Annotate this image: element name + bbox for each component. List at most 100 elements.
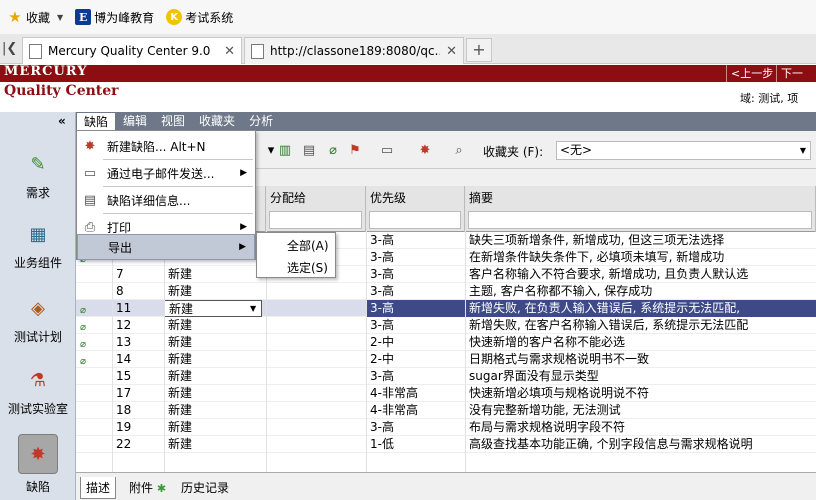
submenu-arrow-icon: ▶ xyxy=(240,168,247,178)
column-header-assign: 分配给 xyxy=(270,191,307,205)
cell-status: 新建 xyxy=(168,284,193,298)
menu-edit[interactable]: 编辑 xyxy=(116,112,154,131)
table-row[interactable]: ⌀ 13 新建 2-中 快速新增的客户名称不能必选 xyxy=(76,334,816,351)
menu-favorites[interactable]: 收藏夹 xyxy=(192,112,242,131)
sidebar-item-requirements[interactable]: ✎ 需求 xyxy=(0,148,76,201)
tab-attachments[interactable]: 附件 ✱ xyxy=(124,477,171,499)
favorite-link-label: 博为峰教育 xyxy=(94,10,155,25)
cell-status: 新建 xyxy=(168,335,193,349)
cell-priority: 3-高 xyxy=(366,300,465,317)
page-icon xyxy=(251,43,264,59)
favorite-link-exam[interactable]: K 考试系统 xyxy=(163,6,236,28)
sidebar-item-defects[interactable]: ✸ 缺陷 xyxy=(0,434,76,495)
tab-scroll-left-icon[interactable]: |❮ xyxy=(2,41,17,56)
grid-columns-icon[interactable]: ▥ xyxy=(276,141,294,159)
new-tab-button[interactable]: + xyxy=(466,38,492,62)
header-cell-priority[interactable]: 优先级 xyxy=(366,186,465,232)
filter-icon[interactable]: ▤ xyxy=(300,141,318,159)
bug-icon[interactable]: ✸ xyxy=(416,141,434,159)
sidebar-item-label: 需求 xyxy=(25,186,50,200)
favorites-button[interactable]: ★ 收藏 ▼ xyxy=(4,6,66,28)
back-button[interactable]: <上一步 xyxy=(726,65,777,82)
menu-analysis[interactable]: 分析 xyxy=(242,112,280,131)
cell-id: 22 xyxy=(116,437,132,451)
menu-item-new-defect[interactable]: ✸ 新建缺陷... Alt+N xyxy=(77,133,255,159)
cell-priority: 1-低 xyxy=(370,437,394,451)
menu-item-label: 缺陷详细信息... xyxy=(107,193,191,208)
forward-button[interactable]: 下一步 xyxy=(776,65,816,97)
close-icon[interactable]: ✕ xyxy=(224,44,235,59)
filter-priority-field[interactable] xyxy=(369,211,461,229)
sidebar-item-test-plan[interactable]: ◈ 测试计划 xyxy=(0,292,76,345)
attachment-icon[interactable]: ⌀ xyxy=(324,141,342,159)
header-cell-summary[interactable]: 摘要 xyxy=(465,186,816,232)
submenu-arrow-icon: ▶ xyxy=(239,242,246,252)
cell-summary: 高级查找基本功能正确, 个别字段信息与需求规格说明 xyxy=(469,437,753,451)
table-row[interactable]: 7 新建 3-高 客户名称输入不符合要求, 新增成功, 且负责人默认选 xyxy=(76,266,816,283)
filter-assign-field[interactable] xyxy=(269,211,362,229)
table-row[interactable]: ⌀ 12 新建 3-高 新增失败, 在客户名称输入错误后, 系统提示无法匹配 xyxy=(76,317,816,334)
column-separator xyxy=(266,186,267,472)
cell-id: 12 xyxy=(116,318,132,332)
defect-details-icon: ▤ xyxy=(83,192,97,208)
table-row[interactable]: 8 新建 3-高 主题, 客户名称都不输入, 保存成功 xyxy=(76,283,816,300)
sidebar-item-test-lab[interactable]: ⚗ 测试实验室 xyxy=(0,364,76,417)
favorite-link-label: 考试系统 xyxy=(185,10,234,25)
cell-status: 新建 xyxy=(168,352,193,366)
cell-priority: 3-高 xyxy=(370,284,394,298)
requirements-icon: ✎ xyxy=(30,153,46,175)
column-separator xyxy=(366,186,367,472)
favorite-link-bwf[interactable]: E 博为峰教育 xyxy=(72,6,157,28)
cell-priority: 3-高 xyxy=(370,318,394,332)
header-cell-assign[interactable]: 分配给 xyxy=(266,186,366,232)
table-row[interactable]: 17 新建 4-非常高 快速新增必填项与规格说明说不符 xyxy=(76,385,816,402)
k-logo-icon: K xyxy=(166,9,183,25)
flag-icon[interactable]: ⚑ xyxy=(346,141,364,159)
cell-status: 新建 xyxy=(164,300,262,317)
find-icon[interactable]: ⌕ xyxy=(450,141,468,159)
favorites-select[interactable]: <无> ▼ xyxy=(556,141,811,160)
tab-description[interactable]: 描述 xyxy=(80,477,117,499)
table-row[interactable]: 15 新建 3-高 sugar界面没有显示类型 xyxy=(76,368,816,385)
table-row[interactable]: ⌀ 11 新建 3-高 新增失败, 在负责人输入错误后, 系统提示无法匹配, ▼ xyxy=(76,300,816,317)
table-row[interactable]: 19 新建 3-高 布局与需求规格说明字段不符 xyxy=(76,419,816,436)
table-row[interactable]: 22 新建 1-低 高级查找基本功能正确, 个别字段信息与需求规格说明 xyxy=(76,436,816,453)
menu-item-email[interactable]: ▭ 通过电子邮件发送... ▶ xyxy=(77,160,255,186)
cell-id: 11 xyxy=(116,301,132,315)
menu-item-label: 导出 xyxy=(108,240,133,255)
defects-icon: ✸ xyxy=(18,434,58,474)
menu-item-export[interactable]: 导出 ▶ xyxy=(77,234,255,260)
sidebar-item-label: 测试计划 xyxy=(13,330,62,344)
collapse-sidebar-icon[interactable]: « xyxy=(58,114,66,128)
cell-summary: 客户名称输入不符合要求, 新增成功, 且负责人默认选 xyxy=(469,267,749,281)
submenu-item-selected[interactable]: 选定(S) xyxy=(257,257,335,279)
menu-view[interactable]: 视图 xyxy=(154,112,192,131)
tab-classone[interactable]: http://classone189:8080/qc... ✕ xyxy=(244,37,464,64)
details-tabs: 描述 附件 ✱ 历史记录 xyxy=(76,472,816,500)
submenu-arrow-icon: ▶ xyxy=(240,222,247,232)
cell-status: 新建 xyxy=(168,386,193,400)
browser-tab-strip: |❮ Mercury Quality Center 9.0 ✕ http://c… xyxy=(0,34,816,64)
submenu-item-all[interactable]: 全部(A) xyxy=(257,235,335,257)
tab-quality-center[interactable]: Mercury Quality Center 9.0 ✕ xyxy=(22,37,242,64)
cell-summary: 布局与需求规格说明字段不符 xyxy=(469,420,626,434)
view-options-icon[interactable]: ▭ xyxy=(378,141,396,159)
menu-item-label: 通过电子邮件发送... xyxy=(107,166,215,181)
table-row[interactable]: 18 新建 4-非常高 没有完整新增功能, 无法测试 xyxy=(76,402,816,419)
tab-history[interactable]: 历史记录 xyxy=(176,477,234,499)
sidebar-item-business-components[interactable]: ▦ 业务组件 xyxy=(0,218,76,271)
close-icon[interactable]: ✕ xyxy=(446,44,457,59)
cell-priority: 3-高 xyxy=(370,267,394,281)
defects-menu-dropdown: ✸ 新建缺陷... Alt+N ▭ 通过电子邮件发送... ▶ ▤ 缺陷详细信息… xyxy=(76,130,256,260)
mercury-logo: MERCURY xyxy=(4,64,88,79)
cell-id: 13 xyxy=(116,335,132,349)
table-row[interactable]: ⌀ 14 新建 2-中 日期格式与需求规格说明书不一致 xyxy=(76,351,816,368)
menu-defects[interactable]: 缺陷 xyxy=(76,112,117,131)
cell-status: 新建 xyxy=(168,437,193,451)
header-band xyxy=(0,65,816,82)
test-plan-icon: ◈ xyxy=(31,297,45,319)
cell-priority: 3-高 xyxy=(370,233,394,247)
chevron-down-icon[interactable]: ▼ xyxy=(250,300,256,317)
menu-item-defect-details[interactable]: ▤ 缺陷详细信息... xyxy=(77,187,255,213)
filter-summary-field[interactable] xyxy=(468,211,812,229)
